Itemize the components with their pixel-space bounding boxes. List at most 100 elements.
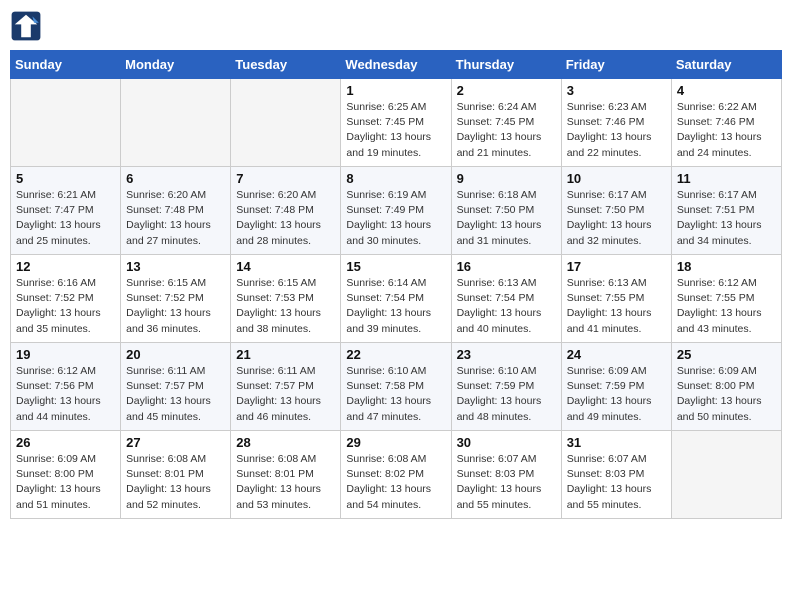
calendar-table: SundayMondayTuesdayWednesdayThursdayFrid… [10, 50, 782, 519]
calendar-cell: 27 Sunrise: 6:08 AM Sunset: 8:01 PM Dayli… [121, 431, 231, 519]
calendar-cell: 30 Sunrise: 6:07 AM Sunset: 8:03 PM Dayli… [451, 431, 561, 519]
day-info: Sunrise: 6:13 AM Sunset: 7:55 PM Dayligh… [567, 276, 666, 337]
week-row-4: 19 Sunrise: 6:12 AM Sunset: 7:56 PM Dayli… [11, 343, 782, 431]
day-number: 22 [346, 347, 445, 362]
calendar-cell: 25Sunrise: 6:09 AM Sunset: 8:00 PM Dayli… [671, 343, 781, 431]
day-info: Sunrise: 6:25 AM Sunset: 7:45 PM Dayligh… [346, 100, 445, 161]
day-number: 14 [236, 259, 335, 274]
day-number: 30 [457, 435, 556, 450]
calendar-cell [121, 79, 231, 167]
day-info: Sunrise: 6:08 AM Sunset: 8:01 PM Dayligh… [126, 452, 225, 513]
week-row-1: 1 Sunrise: 6:25 AM Sunset: 7:45 PM Daylig… [11, 79, 782, 167]
day-number: 16 [457, 259, 556, 274]
calendar-header: SundayMondayTuesdayWednesdayThursdayFrid… [11, 51, 782, 79]
calendar-cell: 4 Sunrise: 6:22 AM Sunset: 7:46 PM Daylig… [671, 79, 781, 167]
day-info: Sunrise: 6:16 AM Sunset: 7:52 PM Dayligh… [16, 276, 115, 337]
day-info: Sunrise: 6:24 AM Sunset: 7:45 PM Dayligh… [457, 100, 556, 161]
week-row-3: 12 Sunrise: 6:16 AM Sunset: 7:52 PM Dayli… [11, 255, 782, 343]
day-info: Sunrise: 6:21 AM Sunset: 7:47 PM Dayligh… [16, 188, 115, 249]
calendar-cell: 8Sunrise: 6:19 AM Sunset: 7:49 PM Daylig… [341, 167, 451, 255]
day-info: Sunrise: 6:07 AM Sunset: 8:03 PM Dayligh… [457, 452, 556, 513]
day-number: 6 [126, 171, 225, 186]
day-number: 31 [567, 435, 666, 450]
day-info: Sunrise: 6:12 AM Sunset: 7:55 PM Dayligh… [677, 276, 776, 337]
day-info: Sunrise: 6:08 AM Sunset: 8:01 PM Dayligh… [236, 452, 335, 513]
page-header [10, 10, 782, 42]
day-number: 21 [236, 347, 335, 362]
calendar-cell [231, 79, 341, 167]
day-number: 18 [677, 259, 776, 274]
day-number: 19 [16, 347, 115, 362]
calendar-cell: 1 Sunrise: 6:25 AM Sunset: 7:45 PM Daylig… [341, 79, 451, 167]
header-cell-monday: Monday [121, 51, 231, 79]
day-number: 24 [567, 347, 666, 362]
header-cell-thursday: Thursday [451, 51, 561, 79]
day-number: 15 [346, 259, 445, 274]
day-info: Sunrise: 6:13 AM Sunset: 7:54 PM Dayligh… [457, 276, 556, 337]
day-info: Sunrise: 6:12 AM Sunset: 7:56 PM Dayligh… [16, 364, 115, 425]
calendar-cell: 10 Sunrise: 6:17 AM Sunset: 7:50 PM Dayli… [561, 167, 671, 255]
day-number: 23 [457, 347, 556, 362]
calendar-cell: 13 Sunrise: 6:15 AM Sunset: 7:52 PM Dayli… [121, 255, 231, 343]
header-cell-friday: Friday [561, 51, 671, 79]
day-info: Sunrise: 6:20 AM Sunset: 7:48 PM Dayligh… [236, 188, 335, 249]
logo [10, 10, 46, 42]
week-row-5: 26 Sunrise: 6:09 AM Sunset: 8:00 PM Dayli… [11, 431, 782, 519]
calendar-cell: 21 Sunrise: 6:11 AM Sunset: 7:57 PM Dayli… [231, 343, 341, 431]
day-number: 10 [567, 171, 666, 186]
header-cell-saturday: Saturday [671, 51, 781, 79]
day-info: Sunrise: 6:18 AM Sunset: 7:50 PM Dayligh… [457, 188, 556, 249]
header-cell-tuesday: Tuesday [231, 51, 341, 79]
day-info: Sunrise: 6:22 AM Sunset: 7:46 PM Dayligh… [677, 100, 776, 161]
calendar-cell: 24 Sunrise: 6:09 AM Sunset: 7:59 PM Dayli… [561, 343, 671, 431]
day-number: 4 [677, 83, 776, 98]
calendar-cell: 15 Sunrise: 6:14 AM Sunset: 7:54 PM Dayli… [341, 255, 451, 343]
calendar-cell: 16 Sunrise: 6:13 AM Sunset: 7:54 PM Dayli… [451, 255, 561, 343]
week-row-2: 5Sunrise: 6:21 AM Sunset: 7:47 PM Daylig… [11, 167, 782, 255]
day-info: Sunrise: 6:14 AM Sunset: 7:54 PM Dayligh… [346, 276, 445, 337]
calendar-cell [671, 431, 781, 519]
day-number: 27 [126, 435, 225, 450]
day-number: 3 [567, 83, 666, 98]
header-cell-sunday: Sunday [11, 51, 121, 79]
calendar-cell: 28 Sunrise: 6:08 AM Sunset: 8:01 PM Dayli… [231, 431, 341, 519]
calendar-cell: 26 Sunrise: 6:09 AM Sunset: 8:00 PM Dayli… [11, 431, 121, 519]
day-number: 26 [16, 435, 115, 450]
day-info: Sunrise: 6:09 AM Sunset: 8:00 PM Dayligh… [16, 452, 115, 513]
day-info: Sunrise: 6:11 AM Sunset: 7:57 PM Dayligh… [236, 364, 335, 425]
day-info: Sunrise: 6:15 AM Sunset: 7:53 PM Dayligh… [236, 276, 335, 337]
day-number: 12 [16, 259, 115, 274]
calendar-cell: 12 Sunrise: 6:16 AM Sunset: 7:52 PM Dayli… [11, 255, 121, 343]
day-number: 29 [346, 435, 445, 450]
logo-icon [10, 10, 42, 42]
day-number: 28 [236, 435, 335, 450]
calendar-cell: 31 Sunrise: 6:07 AM Sunset: 8:03 PM Dayli… [561, 431, 671, 519]
day-number: 7 [236, 171, 335, 186]
calendar-cell: 19 Sunrise: 6:12 AM Sunset: 7:56 PM Dayli… [11, 343, 121, 431]
calendar-cell: 9 Sunrise: 6:18 AM Sunset: 7:50 PM Daylig… [451, 167, 561, 255]
day-number: 8 [346, 171, 445, 186]
calendar-cell: 11Sunrise: 6:17 AM Sunset: 7:51 PM Dayli… [671, 167, 781, 255]
calendar-cell: 22Sunrise: 6:10 AM Sunset: 7:58 PM Dayli… [341, 343, 451, 431]
day-info: Sunrise: 6:15 AM Sunset: 7:52 PM Dayligh… [126, 276, 225, 337]
day-info: Sunrise: 6:17 AM Sunset: 7:50 PM Dayligh… [567, 188, 666, 249]
calendar-cell: 3 Sunrise: 6:23 AM Sunset: 7:46 PM Daylig… [561, 79, 671, 167]
day-info: Sunrise: 6:11 AM Sunset: 7:57 PM Dayligh… [126, 364, 225, 425]
day-info: Sunrise: 6:23 AM Sunset: 7:46 PM Dayligh… [567, 100, 666, 161]
header-row: SundayMondayTuesdayWednesdayThursdayFrid… [11, 51, 782, 79]
day-info: Sunrise: 6:17 AM Sunset: 7:51 PM Dayligh… [677, 188, 776, 249]
day-number: 1 [346, 83, 445, 98]
day-number: 9 [457, 171, 556, 186]
calendar-cell: 6Sunrise: 6:20 AM Sunset: 7:48 PM Daylig… [121, 167, 231, 255]
calendar-cell: 18 Sunrise: 6:12 AM Sunset: 7:55 PM Dayli… [671, 255, 781, 343]
calendar-cell: 2Sunrise: 6:24 AM Sunset: 7:45 PM Daylig… [451, 79, 561, 167]
calendar-body: 1 Sunrise: 6:25 AM Sunset: 7:45 PM Daylig… [11, 79, 782, 519]
day-number: 17 [567, 259, 666, 274]
day-info: Sunrise: 6:07 AM Sunset: 8:03 PM Dayligh… [567, 452, 666, 513]
calendar-cell: 29Sunrise: 6:08 AM Sunset: 8:02 PM Dayli… [341, 431, 451, 519]
calendar-cell [11, 79, 121, 167]
day-info: Sunrise: 6:09 AM Sunset: 7:59 PM Dayligh… [567, 364, 666, 425]
day-number: 13 [126, 259, 225, 274]
calendar-cell: 23Sunrise: 6:10 AM Sunset: 7:59 PM Dayli… [451, 343, 561, 431]
day-number: 20 [126, 347, 225, 362]
